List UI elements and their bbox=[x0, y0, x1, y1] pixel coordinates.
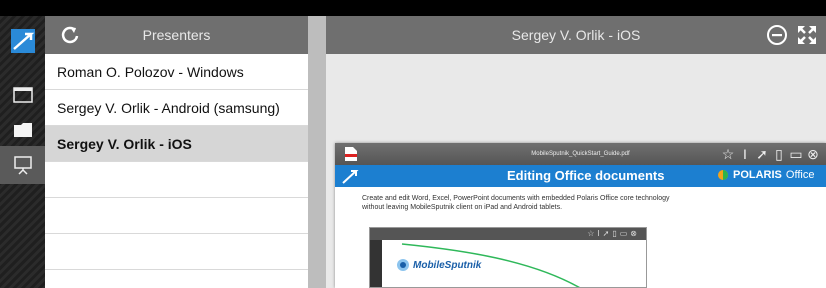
slide-body: Create and edit Word, Excel, PowerPoint … bbox=[335, 187, 826, 212]
rail-folder[interactable] bbox=[0, 111, 45, 149]
document-titlebar: MobileSputnik_QuickStart_Guide.pdf ☆ I ➚… bbox=[335, 143, 826, 165]
presenter-item[interactable]: Roman O. Polozov - Windows bbox=[45, 54, 308, 90]
text-cursor-icon[interactable]: I bbox=[738, 145, 752, 163]
presenter-item-selected[interactable]: Sergey V. Orlik - iOS bbox=[45, 126, 308, 162]
presenters-list: Roman O. Polozov - Windows Sergey V. Orl… bbox=[45, 54, 308, 270]
fullscreen-icon[interactable] bbox=[796, 24, 818, 46]
panel-divider[interactable] bbox=[308, 16, 326, 288]
presenter-item-empty bbox=[45, 234, 308, 270]
satellite-icon bbox=[397, 259, 409, 271]
embedded-logo: MobileSputnik bbox=[396, 258, 481, 272]
star-icon[interactable]: ☆ bbox=[721, 145, 735, 163]
document-viewer[interactable]: MobileSputnik_QuickStart_Guide.pdf ☆ I ➚… bbox=[335, 143, 826, 288]
app-logo-icon bbox=[342, 170, 359, 184]
embedded-screenshot: ☆I➚▯▭⊗ MobileSputnik bbox=[369, 227, 647, 288]
embedded-titlebar: ☆I➚▯▭⊗ bbox=[370, 228, 646, 240]
rail-presentations[interactable] bbox=[0, 146, 45, 184]
document-toolbar: ☆ I ➚ ▯ ▭ ⊗ bbox=[721, 145, 820, 163]
rail-windows[interactable] bbox=[0, 76, 45, 114]
presentation-icon bbox=[13, 156, 32, 175]
slide-body-line: without leaving MobileSputnik client on … bbox=[362, 204, 563, 211]
document-filename: MobileSputnik_QuickStart_Guide.pdf bbox=[531, 151, 630, 157]
polaris-brand: POLARIS Office bbox=[717, 169, 814, 181]
pdf-file-icon bbox=[345, 147, 357, 161]
viewer-title: Sergey V. Orlik - iOS bbox=[511, 27, 641, 43]
share-arrow-icon[interactable]: ➚ bbox=[755, 145, 769, 163]
embedded-toolbar-icons: ☆I➚▯▭⊗ bbox=[587, 229, 640, 238]
slide-header: Editing Office documents POLARIS Office bbox=[335, 165, 826, 187]
app-window: Presenters Roman O. Polozov - Windows Se… bbox=[0, 0, 826, 288]
presenter-item-empty bbox=[45, 198, 308, 234]
slide-title: Editing Office documents bbox=[507, 168, 665, 183]
presenters-title: Presenters bbox=[142, 27, 211, 43]
polaris-brand-rest: Office bbox=[785, 169, 815, 181]
presenter-item-empty bbox=[45, 162, 308, 198]
slide-body-line: Create and edit Word, Excel, PowerPoint … bbox=[362, 195, 670, 202]
close-icon[interactable]: ⊗ bbox=[806, 145, 820, 163]
app-logo-icon bbox=[10, 29, 35, 53]
embedded-rail bbox=[370, 240, 382, 287]
rail-app-logo[interactable] bbox=[0, 22, 45, 60]
embedded-logo-text: MobileSputnik bbox=[413, 259, 482, 271]
polaris-brand-bold: POLARIS bbox=[733, 169, 782, 181]
window-icon bbox=[12, 87, 33, 103]
presenters-panel: Presenters Roman O. Polozov - Windows Se… bbox=[45, 16, 308, 288]
print-icon[interactable]: ▭ bbox=[789, 145, 803, 163]
viewer-header: Sergey V. Orlik - iOS bbox=[326, 16, 826, 54]
polaris-logo-icon bbox=[718, 170, 728, 180]
refresh-icon[interactable] bbox=[59, 24, 81, 46]
page-icon[interactable]: ▯ bbox=[772, 145, 786, 163]
folder-icon bbox=[13, 123, 32, 137]
presenter-item[interactable]: Sergey V. Orlik - Android (samsung) bbox=[45, 90, 308, 126]
presenters-header: Presenters bbox=[45, 16, 308, 54]
left-rail bbox=[0, 16, 45, 288]
zoom-out-icon[interactable] bbox=[766, 24, 788, 46]
